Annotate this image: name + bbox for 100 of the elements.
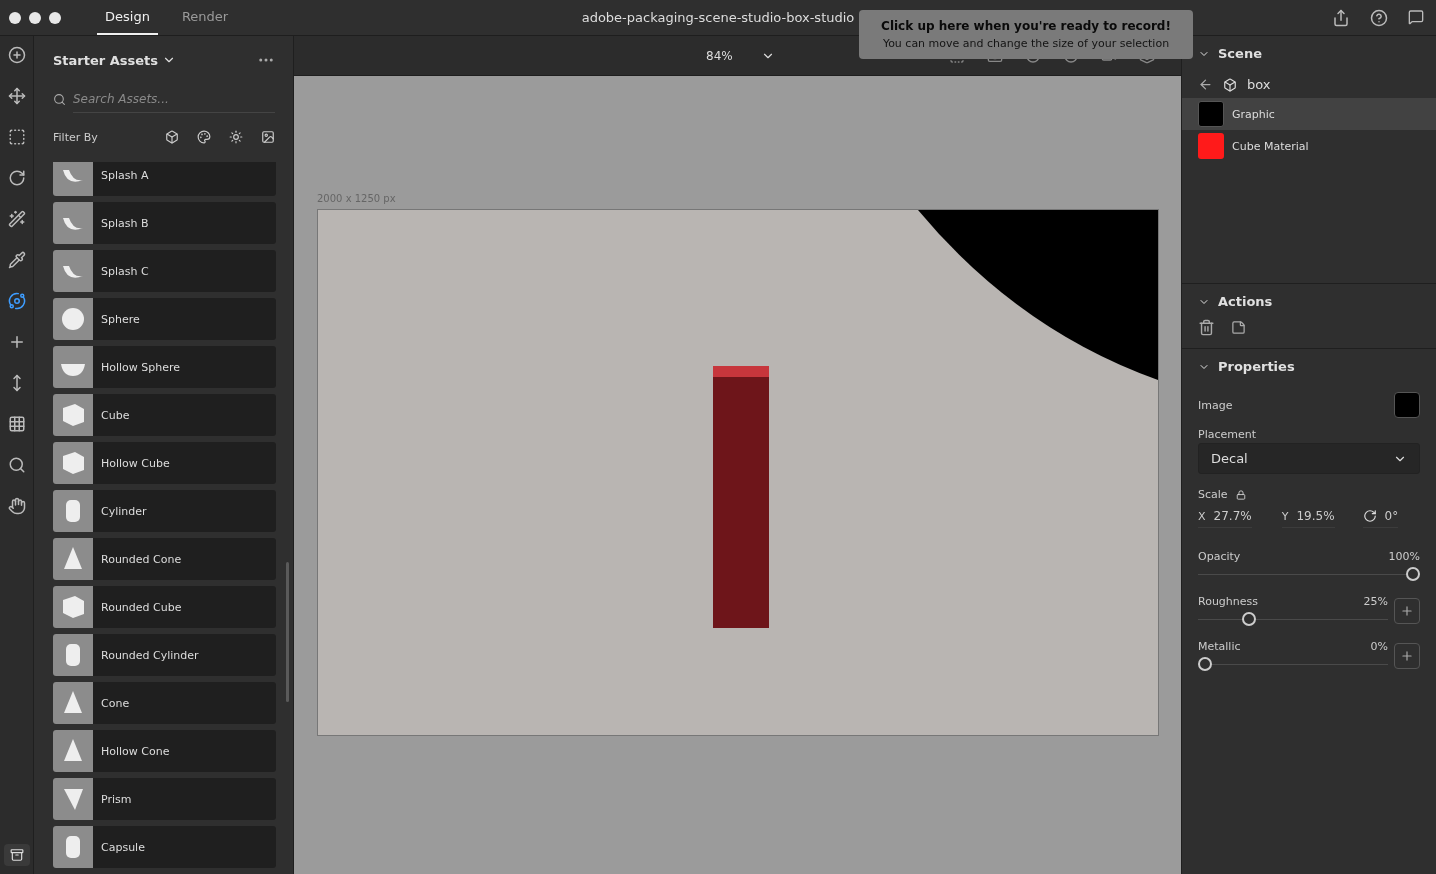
slider-value: 0% xyxy=(1370,640,1388,653)
lock-icon[interactable] xyxy=(1235,489,1246,500)
shape-thumbnail xyxy=(53,634,93,676)
shape-thumbnail xyxy=(53,730,93,772)
assets-library-dropdown[interactable]: Starter Assets xyxy=(53,52,177,68)
asset-item[interactable]: Rounded Cone xyxy=(53,538,276,580)
eyedropper-tool[interactable] xyxy=(6,249,27,271)
slider-track[interactable] xyxy=(1198,612,1388,626)
orbit-icon xyxy=(7,292,26,310)
chat-icon[interactable] xyxy=(1408,8,1424,25)
shape-thumbnail xyxy=(53,778,93,820)
asset-item[interactable]: Cube xyxy=(53,394,276,436)
asset-item[interactable]: Sphere xyxy=(53,298,276,340)
note-icon[interactable] xyxy=(1231,320,1246,335)
orbit-tool[interactable] xyxy=(6,290,27,312)
rotation-field[interactable]: 0° xyxy=(1362,509,1399,528)
window-minimize-dot[interactable] xyxy=(29,11,41,24)
wand-icon xyxy=(7,210,26,228)
asset-item[interactable]: Hollow Cube xyxy=(53,442,276,484)
asset-item[interactable]: Hollow Sphere xyxy=(53,346,276,388)
scale-x-field[interactable]: X 27.7% xyxy=(1198,509,1252,528)
slider-thumb[interactable] xyxy=(1406,567,1420,581)
shape-thumbnail xyxy=(53,298,93,340)
object-name: box xyxy=(1247,77,1271,92)
plus-icon xyxy=(1400,603,1414,618)
window-zoom-dot[interactable] xyxy=(49,11,61,24)
hand-tool[interactable] xyxy=(6,495,27,517)
actions-section-header[interactable]: Actions xyxy=(1182,284,1289,319)
recording-tooltip[interactable]: Click up here when you're ready to record! You can move and change the size of your selection xyxy=(859,10,1193,59)
slider-track[interactable] xyxy=(1198,657,1388,671)
asset-item[interactable]: Splash A xyxy=(53,162,276,196)
shape-thumbnail xyxy=(53,250,93,292)
perspective-icon xyxy=(7,415,26,433)
shape-thumbnail xyxy=(53,202,93,244)
shape-thumbnail xyxy=(53,682,93,724)
asset-item[interactable]: Splash B xyxy=(53,202,276,244)
cube-icon xyxy=(1223,77,1237,92)
slider-thumb[interactable] xyxy=(1198,657,1212,671)
scrollbar[interactable] xyxy=(286,562,289,702)
delete-icon[interactable] xyxy=(1198,319,1215,336)
window-close-dot[interactable] xyxy=(9,11,21,24)
asset-item[interactable]: Capsule xyxy=(53,826,276,868)
search-icon xyxy=(53,92,66,106)
slider-track[interactable] xyxy=(1198,567,1420,581)
shape-thumbnail xyxy=(53,346,93,388)
help-icon[interactable] xyxy=(1370,8,1388,27)
slider-label: Metallic xyxy=(1198,640,1241,653)
palette-icon[interactable] xyxy=(197,130,211,144)
back-arrow-icon[interactable] xyxy=(1198,77,1213,92)
search-field[interactable]: Search Assets... xyxy=(73,85,275,113)
scale-y-field[interactable]: Y 19.5% xyxy=(1281,509,1335,528)
asset-item[interactable]: Rounded Cylinder xyxy=(53,634,276,676)
window-title: adobe-packaging-scene-studio-box-studio xyxy=(581,10,855,25)
filter-label: Filter By xyxy=(53,130,99,144)
asset-item[interactable]: Cylinder xyxy=(53,490,276,532)
add-icon xyxy=(7,46,26,64)
share-icon[interactable] xyxy=(1332,8,1350,27)
rotate-icon xyxy=(1362,509,1377,523)
add-button[interactable] xyxy=(1394,642,1420,669)
eyedropper-icon xyxy=(7,251,26,269)
shape-thumbnail xyxy=(53,490,93,532)
graphic-thumbnail xyxy=(1198,101,1224,127)
shape-thumbnail xyxy=(53,394,93,436)
plus-icon xyxy=(1400,648,1414,663)
cube-icon[interactable] xyxy=(165,130,179,144)
placement-label: Placement xyxy=(1198,428,1256,441)
move-tool[interactable] xyxy=(6,85,27,107)
image-label: Image xyxy=(1198,398,1233,412)
asset-item[interactable]: Hollow Cone xyxy=(53,730,276,772)
add-tool[interactable] xyxy=(6,44,27,66)
wand-tool[interactable] xyxy=(6,208,27,230)
archive-button[interactable] xyxy=(3,844,30,866)
shape-thumbnail xyxy=(53,442,93,484)
archive-icon xyxy=(9,847,24,863)
layer-item[interactable]: Cube Material xyxy=(1182,130,1436,162)
asset-item[interactable]: Prism xyxy=(53,778,276,820)
asset-item[interactable]: Rounded Cube xyxy=(53,586,276,628)
hand-icon xyxy=(7,497,26,515)
rotate-icon xyxy=(7,169,26,187)
mode-tab[interactable]: Render xyxy=(173,0,237,35)
asset-item[interactable]: Cone xyxy=(53,682,276,724)
properties-section-header[interactable]: Properties xyxy=(1182,349,1311,384)
asset-item[interactable]: Splash C xyxy=(53,250,276,292)
slider-thumb[interactable] xyxy=(1242,612,1256,626)
shape-thumbnail xyxy=(53,162,93,196)
zoom-icon xyxy=(7,456,26,474)
sun-icon[interactable] xyxy=(229,130,243,144)
zoom-dropdown[interactable]: 84% xyxy=(706,48,775,63)
shape-thumbnail xyxy=(53,538,93,580)
layer-item[interactable]: Graphic xyxy=(1182,98,1436,130)
image-thumbnail[interactable] xyxy=(1394,392,1420,418)
add-button[interactable] xyxy=(1394,597,1420,624)
select-icon xyxy=(7,128,26,146)
shape-thumbnail xyxy=(53,586,93,628)
slider-value: 25% xyxy=(1363,595,1388,608)
placement-dropdown[interactable]: Decal xyxy=(1198,443,1420,474)
scale-label: Scale xyxy=(1198,488,1228,501)
slider-value: 100% xyxy=(1388,550,1420,563)
slider-label: Roughness xyxy=(1198,595,1258,608)
image-icon[interactable] xyxy=(261,130,275,144)
